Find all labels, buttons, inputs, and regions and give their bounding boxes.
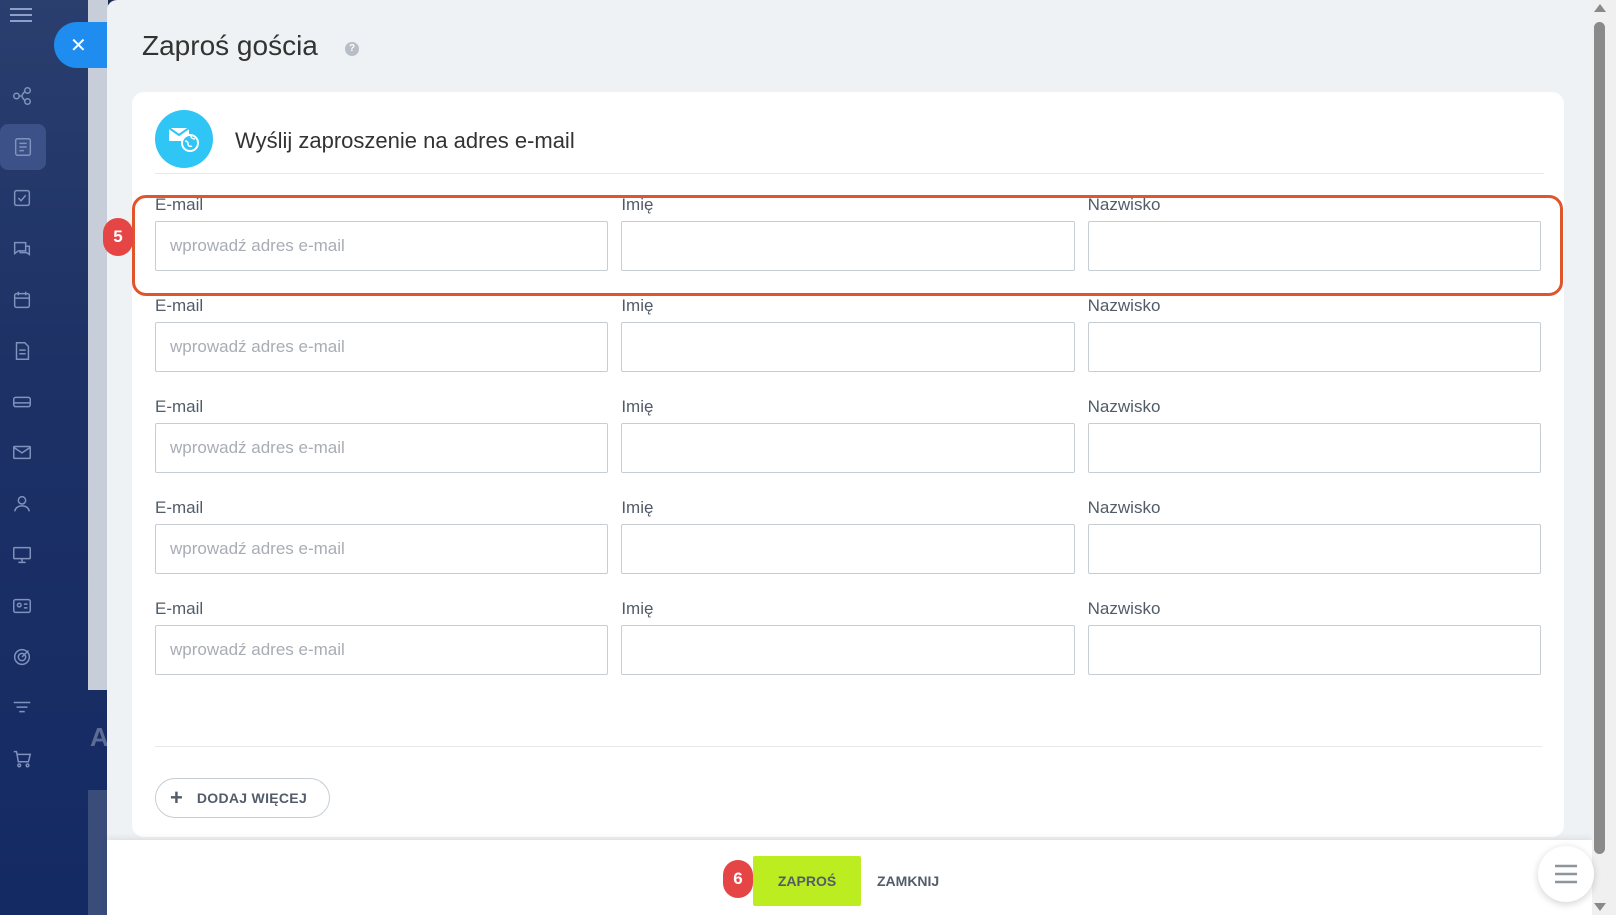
feed-icon[interactable]: [0, 124, 46, 170]
step-badge-5: 5: [103, 218, 133, 256]
email-input[interactable]: [155, 423, 609, 473]
first-name-field-group: Imię: [621, 599, 1075, 700]
last-name-label: Nazwisko: [1087, 599, 1161, 618]
email-label: E-mail: [155, 397, 204, 416]
last-name-input[interactable]: [1087, 524, 1541, 574]
first-name-field-group: Imię: [621, 498, 1075, 599]
email-field-group: E-mail: [155, 498, 609, 599]
mail-icon[interactable]: [8, 438, 36, 466]
invite-button[interactable]: ZAPROŚ: [753, 856, 861, 906]
last-name-label: Nazwisko: [1087, 195, 1161, 214]
first-name-input[interactable]: [621, 524, 1075, 574]
last-name-input[interactable]: [1087, 423, 1541, 473]
scrollbar-thumb[interactable]: [1594, 22, 1605, 854]
invite-row: E-mail Imię Nazwisko: [155, 296, 1541, 397]
invite-row: E-mail Imię Nazwisko: [155, 195, 1541, 296]
footer-bar: ZAPROŚ ZAMKNIJ: [107, 840, 1592, 915]
first-name-field-group: Imię: [621, 296, 1075, 397]
contacts-icon[interactable]: [8, 490, 36, 518]
add-more-button[interactable]: + DODAJ WIĘCEJ: [155, 778, 331, 818]
invite-row: E-mail Imię Nazwisko: [155, 397, 1541, 498]
email-field-group: E-mail: [155, 397, 609, 498]
background-partial-letter: A: [90, 722, 109, 752]
email-input[interactable]: [155, 625, 609, 675]
first-name-label: Imię: [621, 296, 654, 315]
invite-form: E-mail Imię Nazwisko E-mail Im: [155, 195, 1541, 700]
page-title: Zaproś gościa: [142, 30, 318, 61]
first-name-input[interactable]: [621, 221, 1075, 271]
id-card-icon[interactable]: [8, 592, 36, 620]
last-name-label: Nazwisko: [1087, 498, 1161, 517]
target-icon[interactable]: [8, 643, 36, 671]
list-icon: [1555, 864, 1577, 884]
email-field-group: E-mail: [155, 195, 609, 296]
invite-row: E-mail Imię Nazwisko: [155, 498, 1541, 599]
last-name-label: Nazwisko: [1087, 296, 1161, 315]
presentation-icon[interactable]: [8, 541, 36, 569]
scroll-down-arrow-icon[interactable]: [1594, 903, 1606, 911]
last-name-input[interactable]: [1087, 322, 1541, 372]
invite-card: Wyślij zaproszenie na adres e-mail E-mai…: [132, 92, 1564, 837]
help-icon[interactable]: ?: [345, 42, 359, 56]
first-name-input[interactable]: [621, 625, 1075, 675]
funnel-icon[interactable]: [8, 694, 36, 722]
cart-icon[interactable]: [8, 745, 36, 773]
invite-guest-panel: Zaproś gościa ? Wyślij zaproszenie na ad…: [107, 0, 1592, 915]
last-name-input[interactable]: [1087, 221, 1541, 271]
chat-icon[interactable]: [8, 235, 36, 263]
email-label: E-mail: [155, 296, 204, 315]
email-input[interactable]: [155, 322, 609, 372]
email-globe-icon: [155, 110, 213, 168]
menu-list-button[interactable]: [1538, 846, 1594, 902]
form-divider: [155, 746, 1542, 747]
last-name-field-group: Nazwisko: [1087, 599, 1541, 700]
first-name-label: Imię: [621, 195, 654, 214]
calendar-icon[interactable]: [8, 286, 36, 314]
sitemap-icon[interactable]: [8, 82, 36, 110]
background-content-edge-lower: [88, 790, 108, 915]
close-slider-button[interactable]: ✕: [54, 22, 108, 68]
email-label: E-mail: [155, 599, 204, 618]
tasks-icon[interactable]: [8, 184, 36, 212]
last-name-field-group: Nazwisko: [1087, 397, 1541, 498]
last-name-label: Nazwisko: [1087, 397, 1161, 416]
last-name-field-group: Nazwisko: [1087, 296, 1541, 397]
card-title: Wyślij zaproszenie na adres e-mail: [235, 128, 575, 153]
first-name-label: Imię: [621, 397, 654, 416]
first-name-label: Imię: [621, 498, 654, 517]
close-button[interactable]: ZAMKNIJ: [877, 856, 939, 906]
first-name-input[interactable]: [621, 423, 1075, 473]
last-name-input[interactable]: [1087, 625, 1541, 675]
email-label: E-mail: [155, 195, 204, 214]
background-content-edge: [88, 0, 108, 690]
card-header: Wyślij zaproszenie na adres e-mail: [155, 110, 1544, 174]
first-name-input[interactable]: [621, 322, 1075, 372]
plus-icon: +: [170, 785, 183, 810]
step-badge-6: 6: [723, 860, 753, 898]
first-name-field-group: Imię: [621, 195, 1075, 296]
hamburger-menu-icon[interactable]: [10, 4, 32, 26]
email-input[interactable]: [155, 524, 609, 574]
add-more-label: DODAJ WIĘCEJ: [196, 790, 308, 806]
document-icon[interactable]: [8, 337, 36, 365]
last-name-field-group: Nazwisko: [1087, 195, 1541, 296]
email-field-group: E-mail: [155, 599, 609, 700]
first-name-field-group: Imię: [621, 397, 1075, 498]
close-icon: ✕: [70, 34, 87, 57]
left-navigation: [0, 0, 46, 915]
drive-icon[interactable]: [8, 388, 36, 416]
first-name-label: Imię: [621, 599, 654, 618]
email-field-group: E-mail: [155, 296, 609, 397]
email-label: E-mail: [155, 498, 204, 517]
invite-row: E-mail Imię Nazwisko: [155, 599, 1541, 700]
scroll-up-arrow-icon[interactable]: [1594, 4, 1606, 12]
last-name-field-group: Nazwisko: [1087, 498, 1541, 599]
email-input[interactable]: [155, 221, 609, 271]
